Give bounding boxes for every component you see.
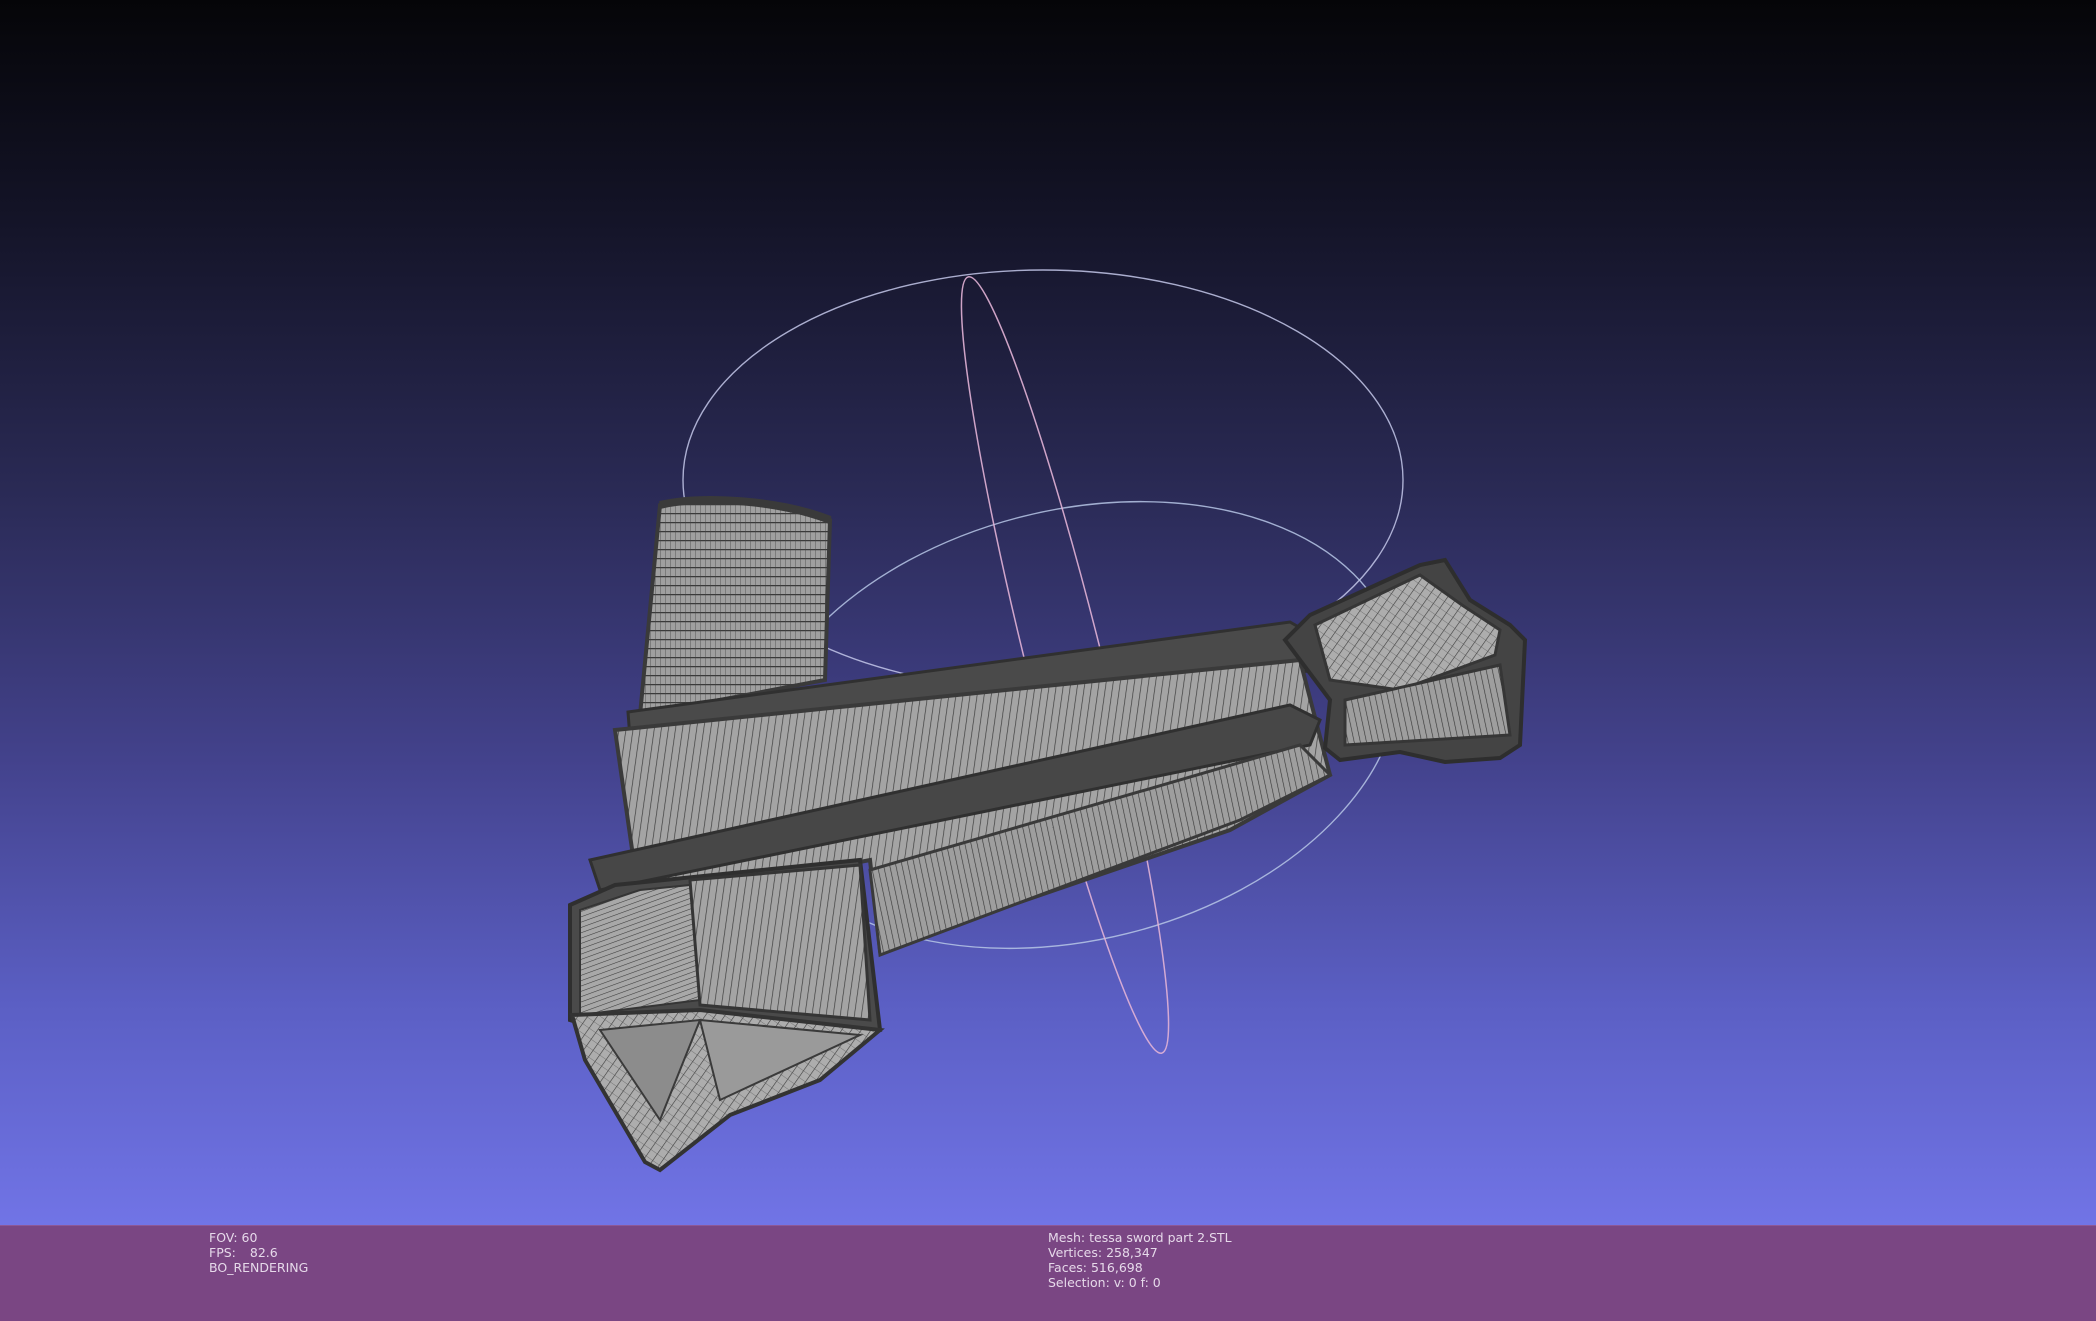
selection-v-value: 0: [1128, 1275, 1137, 1290]
mesh-name-readout: Mesh: tessa sword part 2.STL: [1048, 1230, 1232, 1245]
render-mode: BO_RENDERING: [209, 1260, 309, 1275]
selection-label: Selection: v:: [1048, 1275, 1125, 1290]
fov-label: FOV:: [209, 1230, 238, 1245]
vertices-label: Vertices:: [1048, 1245, 1103, 1260]
fps-value: 82.6: [249, 1245, 278, 1260]
mesh-model[interactable]: [568, 496, 1528, 1173]
selection-readout: Selection: v: 0 f: 0: [1048, 1275, 1232, 1290]
faces-label: Faces:: [1048, 1260, 1087, 1275]
fov-readout: FOV: 60: [209, 1230, 308, 1245]
mesh-info-block: Mesh: tessa sword part 2.STL Vertices: 2…: [1048, 1230, 1232, 1290]
fov-value: 60: [241, 1230, 258, 1245]
3d-viewport[interactable]: [0, 0, 2096, 1225]
scene-canvas[interactable]: [0, 0, 2096, 1225]
fps-label: FPS:: [209, 1245, 236, 1260]
vertices-value: 258,347: [1106, 1245, 1158, 1260]
faces-readout: Faces: 516,698: [1048, 1260, 1232, 1275]
fps-readout: FPS: 82.6: [209, 1245, 308, 1260]
mesh-pointed-tip: [569, 1007, 885, 1173]
mesh-name: tessa sword part 2.STL: [1089, 1230, 1232, 1245]
mesh-end-cap: [1282, 557, 1528, 765]
mesh-cylinder-part: [637, 496, 833, 718]
info-status-bar: FOV: 60 FPS: 82.6 BO_RENDERING Mesh: tess…: [0, 1225, 2096, 1321]
faces-value: 516,698: [1090, 1260, 1143, 1275]
mesh-label: Mesh:: [1048, 1230, 1086, 1245]
selection-f-label: f:: [1140, 1275, 1149, 1290]
render-info-block: FOV: 60 FPS: 82.6 BO_RENDERING: [209, 1230, 308, 1275]
selection-f-value: 0: [1152, 1275, 1161, 1290]
vertices-readout: Vertices: 258,347: [1048, 1245, 1232, 1260]
